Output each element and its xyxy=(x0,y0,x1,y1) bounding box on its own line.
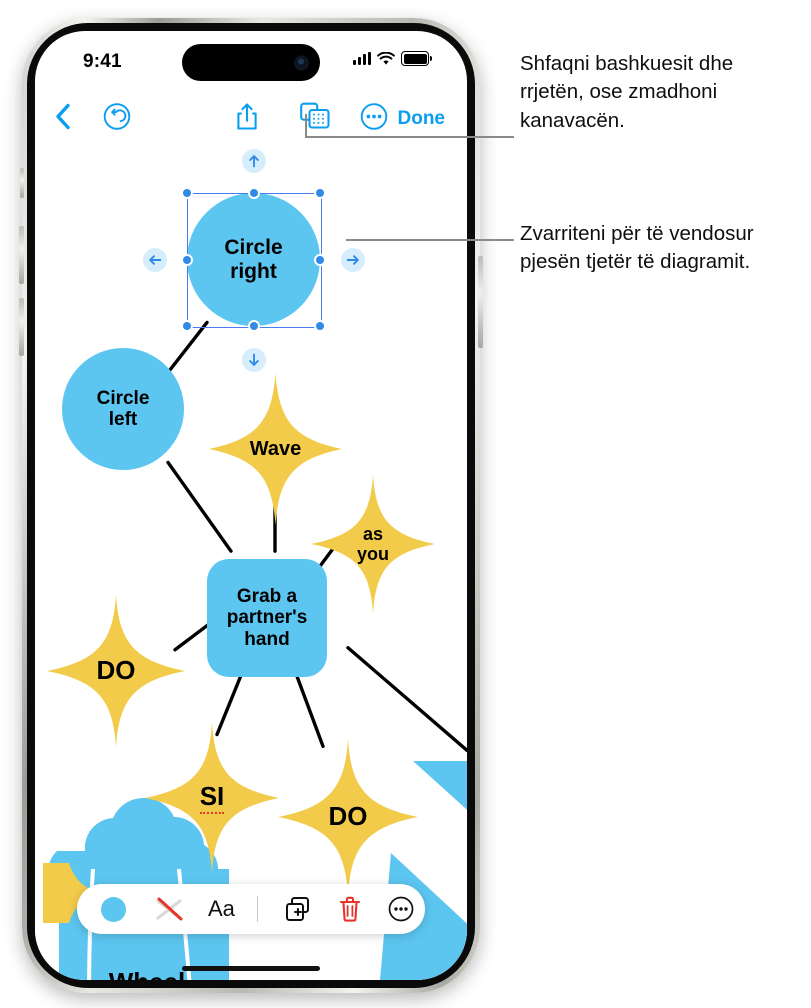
resize-handle-bottom-right[interactable] xyxy=(314,320,326,332)
iphone-device: 9:41 Done Circle right Circle left Wave … xyxy=(19,18,483,993)
node-label-as-you: as you xyxy=(356,523,389,564)
battery-full-icon xyxy=(401,51,432,66)
chevron-left-icon xyxy=(56,103,70,130)
resize-handle-middle-right[interactable] xyxy=(314,253,326,266)
volume-down-button[interactable] xyxy=(19,298,24,356)
delete-button[interactable] xyxy=(338,895,362,923)
callout-right-text: Zvarriteni për të vendosur pjesën tjetër… xyxy=(520,222,754,274)
node-label-grab-hand: Grab a partner's hand xyxy=(226,586,308,650)
trash-icon xyxy=(339,896,360,922)
device-screen: 9:41 Done Circle right Circle left Wave … xyxy=(35,31,467,980)
duplicate-button[interactable] xyxy=(284,895,312,923)
node-label-do-right: DO xyxy=(328,801,368,832)
status-clock: 9:41 xyxy=(83,51,122,72)
status-bar: 9:41 xyxy=(35,31,467,93)
volume-up-button[interactable] xyxy=(19,226,24,284)
color-swatch-button[interactable] xyxy=(101,896,126,922)
node-label-si: SI xyxy=(199,782,225,814)
resize-handle-top-center[interactable] xyxy=(247,187,260,199)
node-label-wave: Wave xyxy=(249,437,302,460)
power-button[interactable] xyxy=(478,256,483,348)
node-si[interactable]: SI xyxy=(145,723,279,873)
node-circle-left[interactable]: Circle left xyxy=(62,348,184,470)
node-label-do-left: DO xyxy=(96,655,136,686)
signal-bars-icon xyxy=(353,52,371,65)
share-button[interactable] xyxy=(235,102,259,137)
status-indicators xyxy=(353,51,432,66)
shape-format-toolbar: Aa xyxy=(77,884,425,934)
selection-bounding-box xyxy=(187,193,322,328)
toolbar-divider xyxy=(256,896,258,922)
more-format-button[interactable] xyxy=(388,896,414,922)
node-grab-partners-hand[interactable]: Grab a partner's hand xyxy=(207,559,327,677)
resize-handle-bottom-left[interactable] xyxy=(181,320,193,332)
more-ellipsis-icon xyxy=(360,103,388,130)
arrow-left-icon xyxy=(149,255,162,265)
add-node-down-button[interactable] xyxy=(242,348,266,372)
resize-handle-middle-left[interactable] xyxy=(181,253,193,266)
node-label-circle-left: Circle left xyxy=(96,387,150,430)
resize-handle-bottom-center[interactable] xyxy=(247,320,260,332)
share-upload-icon xyxy=(237,103,257,130)
arrow-up-icon xyxy=(249,155,259,168)
text-format-button[interactable]: Aa xyxy=(208,896,235,922)
wifi-icon xyxy=(377,51,395,65)
arrow-right-icon xyxy=(346,255,359,265)
node-label-wheel: Wheel xyxy=(109,968,186,980)
callout-top-text: Shfaqni bashkuesit dhe rrjetën, ose zmad… xyxy=(520,52,734,132)
back-button[interactable] xyxy=(53,102,73,137)
callout-top-leader-horizontal xyxy=(305,136,514,138)
callout-top-leader-vertical xyxy=(305,114,307,138)
front-camera-icon xyxy=(294,55,309,70)
node-do-right[interactable]: DO xyxy=(278,739,418,895)
more-ellipsis-icon xyxy=(388,896,414,922)
undo-arrow-icon xyxy=(103,103,131,130)
add-node-right-button[interactable] xyxy=(341,248,365,272)
node-as-you[interactable]: as you xyxy=(311,475,435,613)
done-button[interactable]: Done xyxy=(398,108,446,130)
diagram-canvas[interactable]: Wheel Say Circleright xyxy=(35,145,467,980)
duplicate-plus-icon xyxy=(285,897,309,921)
resize-handle-top-left[interactable] xyxy=(181,187,193,199)
dynamic-island xyxy=(182,44,320,81)
add-node-left-button[interactable] xyxy=(143,248,167,272)
mute-switch-button[interactable] xyxy=(20,168,24,198)
arrow-down-icon xyxy=(249,353,259,366)
no-fill-button[interactable] xyxy=(152,894,186,924)
add-node-up-button[interactable] xyxy=(242,149,266,173)
no-fill-slash-icon xyxy=(156,897,183,921)
undo-button[interactable] xyxy=(103,103,131,136)
resize-handle-top-right[interactable] xyxy=(314,187,326,199)
more-options-button[interactable] xyxy=(360,103,388,136)
home-indicator[interactable] xyxy=(182,966,320,971)
